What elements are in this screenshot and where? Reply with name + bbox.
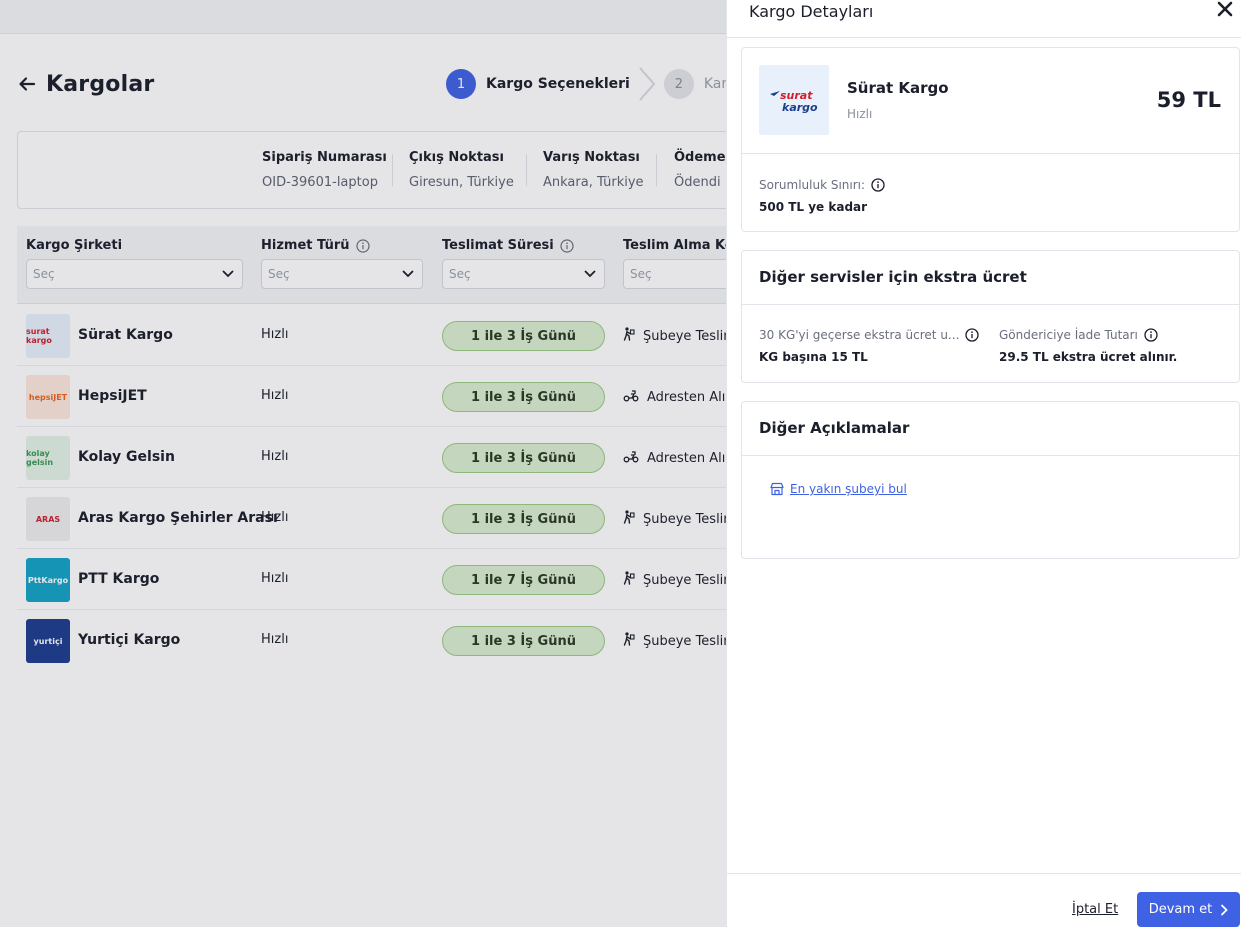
carrier-service: Hızlı: [847, 107, 873, 121]
card-title: Diğer Açıklamalar: [759, 419, 910, 437]
drawer-title: Kargo Detayları: [749, 2, 874, 21]
field-label: 30 KG'yi geçerse ekstra ücret u...: [759, 328, 960, 342]
modal-backdrop[interactable]: [0, 0, 726, 927]
divider: [742, 153, 1239, 154]
field-label: Sorumluluk Sınırı:: [759, 178, 866, 192]
carrier-name: Sürat Kargo: [847, 79, 949, 97]
info-icon[interactable]: [965, 328, 980, 342]
field-label: Göndericiye İade Tutarı: [999, 328, 1138, 342]
drawer-footer: İptal Et Devam et: [727, 873, 1241, 927]
field-value: 500 TL ye kadar: [759, 200, 868, 214]
shipping-details-drawer: Kargo Detayları surat kargo Sürat Kargo …: [726, 0, 1241, 927]
other-notes-card: Diğer Açıklamalar En yakın şubeyi bul: [741, 401, 1240, 559]
return-fee-field: Göndericiye İade Tutarı 29.5 TL ekstra ü…: [999, 328, 1177, 364]
surat-kargo-logo: surat kargo: [770, 89, 818, 114]
link-label: En yakın şubeyi bul: [790, 482, 907, 496]
continue-button[interactable]: Devam et: [1137, 892, 1240, 927]
chevron-right-icon: [1221, 903, 1229, 916]
liability-field: Sorumluluk Sınırı: 500 TL ye kadar: [759, 178, 885, 214]
price: 59 TL: [1156, 88, 1221, 112]
find-nearest-branch-link[interactable]: En yakın şubeyi bul: [770, 482, 907, 496]
close-icon[interactable]: [1216, 0, 1234, 18]
store-icon: [770, 482, 784, 496]
drawer-header: Kargo Detayları: [727, 0, 1241, 38]
overweight-fee-field: 30 KG'yi geçerse ekstra ücret u... KG ba…: [759, 328, 980, 364]
carrier-summary-card: surat kargo Sürat Kargo Hızlı 59 TL Soru…: [741, 47, 1240, 232]
divider: [742, 455, 1239, 456]
carrier-logo: surat kargo: [759, 65, 829, 135]
card-title: Diğer servisler için ekstra ücret: [759, 268, 1027, 286]
field-value: 29.5 TL ekstra ücret alınır.: [999, 350, 1178, 364]
cancel-button[interactable]: İptal Et: [1072, 902, 1118, 917]
shipping-page: Kargolar 1 Kargo Seçenekleri 2 Kargo O S…: [0, 0, 1241, 927]
extra-fees-card: Diğer servisler için ekstra ücret 30 KG'…: [741, 250, 1240, 383]
divider: [742, 304, 1239, 305]
info-icon[interactable]: [871, 178, 885, 192]
field-value: KG başına 15 TL: [759, 350, 868, 364]
info-icon[interactable]: [1144, 328, 1158, 342]
button-label: Devam et: [1148, 902, 1213, 917]
logo-line-2: kargo: [782, 101, 818, 114]
